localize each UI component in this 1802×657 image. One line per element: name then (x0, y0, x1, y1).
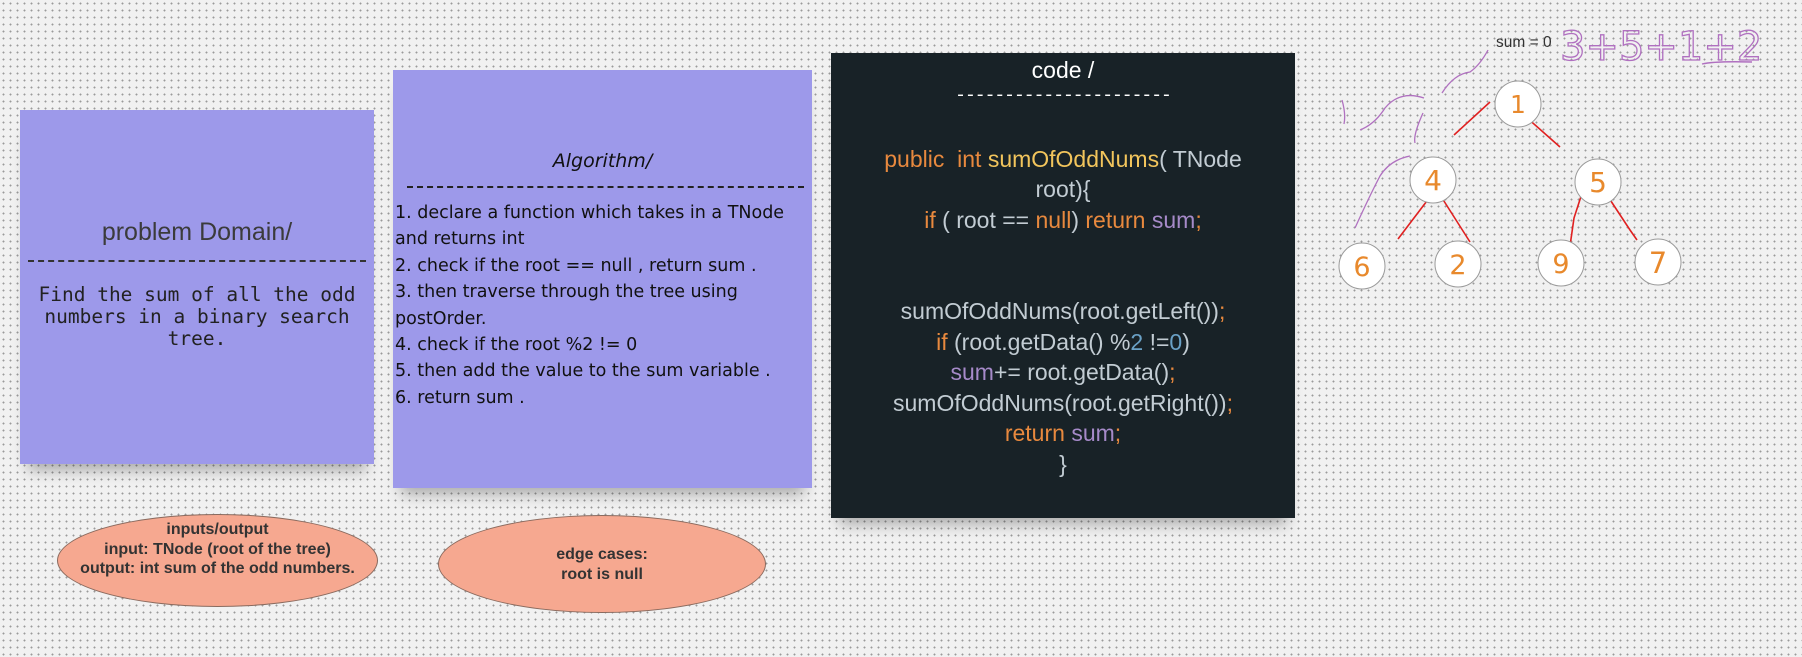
code-line: if ( root == null) return sum; (831, 207, 1295, 234)
code-keyword: if (936, 329, 948, 355)
code-line: sumOfOddNums(root.getRight()); (831, 390, 1295, 417)
node-value: 1 (1510, 90, 1526, 119)
code-divider: ---------------------- (955, 86, 1172, 106)
code-line: public int sumOfOddNums( TNode (831, 146, 1295, 173)
node-value: 5 (1589, 166, 1607, 199)
code-title: code / (1031, 57, 1095, 83)
code-semicolon: ; (1195, 207, 1202, 233)
algorithm-title: Algorithm/ (552, 150, 653, 172)
code-line: if (root.getData() %2 !=0) (831, 329, 1295, 356)
traversal-trace (1341, 94, 1425, 229)
problem-domain-title: problem Domain/ (101, 218, 293, 246)
node-value: 7 (1649, 246, 1667, 280)
code-variable: sum (1071, 420, 1115, 446)
tree-node: 1 (1494, 80, 1542, 128)
code-semicolon: ; (1169, 359, 1176, 385)
code-text: sumOfOddNums(root.getRight()) (893, 390, 1227, 416)
code-number: 0 (1169, 329, 1183, 355)
code-keyword: if (924, 207, 936, 233)
algorithm-step: 4. check if the root %2 != 0 (395, 335, 638, 356)
algorithm-step: and returns int (395, 229, 525, 250)
code-number: 2 (1130, 329, 1144, 355)
algorithm-step: 3. then traverse through the tree using (395, 282, 738, 303)
node-value: 6 (1353, 252, 1370, 283)
tree-node: 6 (1338, 242, 1386, 290)
code-text: ) (1182, 329, 1190, 355)
tree-nodes: 1 4 5 6 2 9 7 (1338, 80, 1682, 290)
code-keyword: return (1085, 207, 1146, 233)
code-keyword: null (1035, 207, 1072, 233)
tree-node: 7 (1634, 238, 1682, 286)
io-input: input: TNode (root of the tree) (104, 540, 331, 558)
node-value: 4 (1424, 164, 1442, 197)
tree-node: 9 (1537, 239, 1585, 287)
inputs-output-pill: inputs/output input: TNode (root of the … (57, 514, 378, 607)
algorithm-step: 5. then add the value to the sum variabl… (395, 361, 771, 382)
code-keyword: public int (884, 146, 982, 172)
code-variable: sum (1151, 207, 1196, 233)
code-semicolon: ; (1114, 420, 1122, 446)
algorithm-step: 6. return sum . (395, 387, 525, 408)
algorithm-step: 2. check if the root == null , return su… (395, 255, 757, 276)
code-line: sumOfOddNums(root.getLeft()); (831, 298, 1295, 325)
tree-node: 5 (1574, 158, 1622, 206)
code-function-name: sumOfOddNums (987, 146, 1160, 172)
code-text: sumOfOddNums(root.getLeft()) (900, 298, 1219, 324)
code-line: root){ (1035, 176, 1091, 202)
edge-cases-pill: edge cases: root is null (438, 515, 766, 613)
algorithm-card: Algorithm/ 1. declare a function which t… (393, 70, 812, 488)
tree-edge (1453, 101, 1491, 136)
code-semicolon: ; (1226, 390, 1233, 416)
code-text: (root.getData() % (954, 329, 1131, 355)
problem-domain-card: problem Domain/ Find the sum of all the … (20, 110, 374, 464)
tree-edge (1441, 197, 1471, 243)
code-line: sum+= root.getData(); (831, 359, 1295, 386)
code-text: ( root == (942, 207, 1030, 233)
code-text: ) (1071, 207, 1079, 233)
algorithm-steps: 1. declare a function which takes in a T… (395, 200, 806, 411)
divider (28, 260, 366, 262)
code-line: } (1059, 451, 1067, 477)
traversal-trace (1441, 49, 1489, 94)
code-text: ( TNode (1159, 146, 1242, 172)
code-semicolon: ; (1218, 298, 1226, 324)
tree-node: 2 (1434, 240, 1482, 288)
code-card: code / ---------------------- public int… (831, 53, 1295, 518)
io-output: output: int sum of the odd numbers. (80, 560, 355, 577)
code-text: != (1149, 329, 1170, 355)
io-title: inputs/output (166, 521, 269, 538)
code-text: += root.getData() (993, 359, 1170, 385)
edge-title: edge cases: (556, 546, 648, 563)
code-variable: sum (950, 359, 994, 385)
algorithm-step: 1. declare a function which takes in a T… (395, 203, 785, 223)
tree-node: 4 (1409, 156, 1457, 204)
node-value: 2 (1449, 250, 1466, 281)
problem-description: Find the sum of all the odd numbers in a… (38, 283, 356, 350)
algorithm-step: postOrder. (395, 308, 487, 329)
divider (407, 186, 804, 188)
sum-scribble: 3+5+1+2 (1560, 24, 1762, 70)
code-line: return sum; (831, 420, 1295, 447)
binary-tree-diagram: 3+5+1+2 1 4 5 6 2 9 7 (1338, 23, 1763, 290)
code-keyword: return (1004, 420, 1065, 446)
node-value: 9 (1552, 249, 1569, 280)
edge-case: root is null (561, 565, 643, 583)
